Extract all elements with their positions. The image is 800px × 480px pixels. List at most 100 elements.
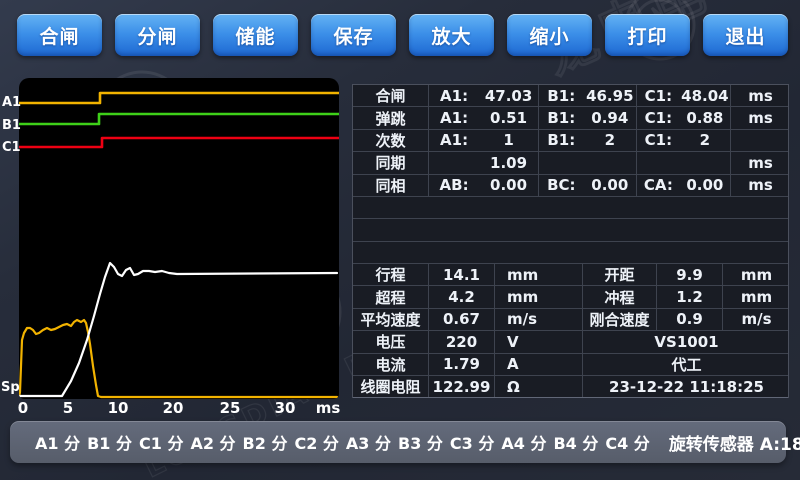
phase-c-cell: C1:2 — [637, 130, 731, 151]
trace-label-sp: Sp — [1, 380, 19, 395]
x-axis-unit: ms — [316, 399, 341, 417]
phase-status-c3: C3 分 — [450, 430, 494, 454]
row-label: 平均速度 — [353, 309, 429, 330]
unit-cell: m/s — [495, 309, 583, 330]
trace-C1-contact — [19, 138, 339, 147]
row-label: 线圈电阻 — [353, 376, 429, 397]
phase-status-c4: C4 分 — [605, 430, 649, 454]
phase-status-bar: A1 分 B1 分 C1 分 A2 分 B2 分 C2 分 A3 分 B3 分 … — [10, 421, 786, 463]
unit-cell: ms — [731, 175, 790, 196]
phase-a-cell: A1:1 — [429, 130, 539, 151]
row-label: 合闸 — [353, 85, 429, 106]
table-row-same-phase: 同相 AB:0.00 BC:0.00 CA:0.00 ms — [353, 175, 788, 197]
x-tick: 10 — [108, 399, 129, 417]
value-cell: 122.99 — [429, 376, 495, 397]
trace-B1-contact — [19, 114, 339, 124]
ca-cell: CA:0.00 — [637, 175, 731, 196]
empty-cell — [637, 152, 731, 173]
unit-cell: mm — [495, 264, 583, 285]
bc-cell: BC:0.00 — [539, 175, 637, 196]
table-row-close-time: 合闸 A1:47.03 B1:46.95 C1:48.04 ms — [353, 85, 788, 107]
value-cell: 1.79 — [429, 354, 495, 375]
open-breaker-button[interactable]: 分闸 — [115, 14, 200, 56]
unit-cell: ms — [731, 85, 790, 106]
row-label: 开距 — [583, 264, 657, 285]
value-cell: 1.09 — [429, 152, 539, 173]
value-cell: 9.9 — [657, 264, 723, 285]
value-cell: 220 — [429, 331, 495, 352]
phase-a-cell: A1:0.51 — [429, 107, 539, 128]
rotary-sensor-readout: 旋转传感器 A:188.4 — [669, 430, 800, 455]
unit-cell: Ω — [495, 376, 583, 397]
row-label: 同期 — [353, 152, 429, 173]
phase-b-cell: B1:0.94 — [539, 107, 637, 128]
unit-cell: mm — [495, 286, 583, 307]
zoom-in-button[interactable]: 放大 — [409, 14, 494, 56]
empty-row — [353, 242, 788, 264]
phase-status-c1: C1 分 — [139, 430, 183, 454]
row-label: 电压 — [353, 331, 429, 352]
phase-status-c2: C2 分 — [294, 430, 338, 454]
value-cell: 14.1 — [429, 264, 495, 285]
x-tick: 20 — [163, 399, 184, 417]
trace-label-a1: A1 — [2, 95, 20, 110]
phase-status-a2: A2 分 — [190, 430, 235, 454]
unit-cell: A — [495, 354, 583, 375]
unit-cell: V — [495, 331, 583, 352]
toolbar: 合闸 分闸 储能 保存 放大 缩小 打印 退出 — [17, 14, 788, 56]
phase-b-cell: B1:46.95 — [539, 85, 637, 106]
table-row-travel: 行程 14.1 mm 开距 9.9 mm — [353, 264, 788, 286]
table-row-bounce: 弹跳 A1:0.51 B1:0.94 C1:0.88 ms — [353, 107, 788, 129]
table-row-overtravel: 超程 4.2 mm 冲程 1.2 mm — [353, 286, 788, 308]
unit-cell: ms — [731, 107, 790, 128]
x-tick: 25 — [220, 399, 241, 417]
exit-button[interactable]: 退出 — [703, 14, 788, 56]
phase-status-b3: B3 分 — [398, 430, 443, 454]
table-row-avg-speed: 平均速度 0.67 m/s 刚合速度 0.9 m/s — [353, 309, 788, 331]
unit-cell: mm — [723, 286, 790, 307]
x-axis: 0 5 10 20 25 30 ms — [19, 399, 349, 416]
row-label: 超程 — [353, 286, 429, 307]
row-label: 冲程 — [583, 286, 657, 307]
timestamp-cell: 23-12-22 11:18:25 — [583, 376, 790, 397]
row-label: 次数 — [353, 130, 429, 151]
save-button[interactable]: 保存 — [311, 14, 396, 56]
trace-Sp-travel-speed — [19, 263, 337, 396]
table-row-coil-resistance: 线圈电阻 122.99 Ω 23-12-22 11:18:25 — [353, 376, 788, 398]
close-breaker-button[interactable]: 合闸 — [17, 14, 102, 56]
phase-status-a3: A3 分 — [346, 430, 391, 454]
table-row-count: 次数 A1:1 B1:2 C1:2 — [353, 130, 788, 152]
operator-cell: 代工 — [583, 354, 790, 375]
empty-cell — [539, 152, 637, 173]
value-cell: 4.2 — [429, 286, 495, 307]
x-tick: 5 — [63, 399, 73, 417]
print-button[interactable]: 打印 — [605, 14, 690, 56]
breaker-analyzer-screen: { "toolbar": { "buttons": ["合闸", "分闸", "… — [0, 0, 800, 480]
charge-energy-button[interactable]: 储能 — [213, 14, 298, 56]
row-label: 电流 — [353, 354, 429, 375]
row-label: 弹跳 — [353, 107, 429, 128]
value-cell: 1.2 — [657, 286, 723, 307]
unit-cell: mm — [723, 264, 790, 285]
measurement-panel: 合闸 A1:47.03 B1:46.95 C1:48.04 ms 弹跳 A1:0… — [352, 84, 789, 398]
ab-cell: AB:0.00 — [429, 175, 539, 196]
zoom-out-button[interactable]: 缩小 — [507, 14, 592, 56]
phase-a-cell: A1:47.03 — [429, 85, 539, 106]
waveform-chart — [19, 78, 339, 399]
x-tick: 0 — [18, 399, 28, 417]
phase-status-b1: B1 分 — [87, 430, 132, 454]
phase-status-a1: A1 分 — [35, 430, 80, 454]
table-row-voltage: 电压 220 V VS1001 — [353, 331, 788, 353]
trace-coil-current — [19, 320, 337, 397]
phase-c-cell: C1:48.04 — [637, 85, 731, 106]
trace-label-b1: B1 — [2, 118, 20, 133]
phase-status-a4: A4 分 — [501, 430, 546, 454]
waveform-svg — [19, 78, 339, 399]
row-label: 刚合速度 — [583, 309, 657, 330]
device-model-cell: VS1001 — [583, 331, 790, 352]
trace-A1-contact — [19, 93, 339, 103]
empty-row — [353, 219, 788, 241]
row-label: 同相 — [353, 175, 429, 196]
row-label: 行程 — [353, 264, 429, 285]
table-row-current: 电流 1.79 A 代工 — [353, 354, 788, 376]
